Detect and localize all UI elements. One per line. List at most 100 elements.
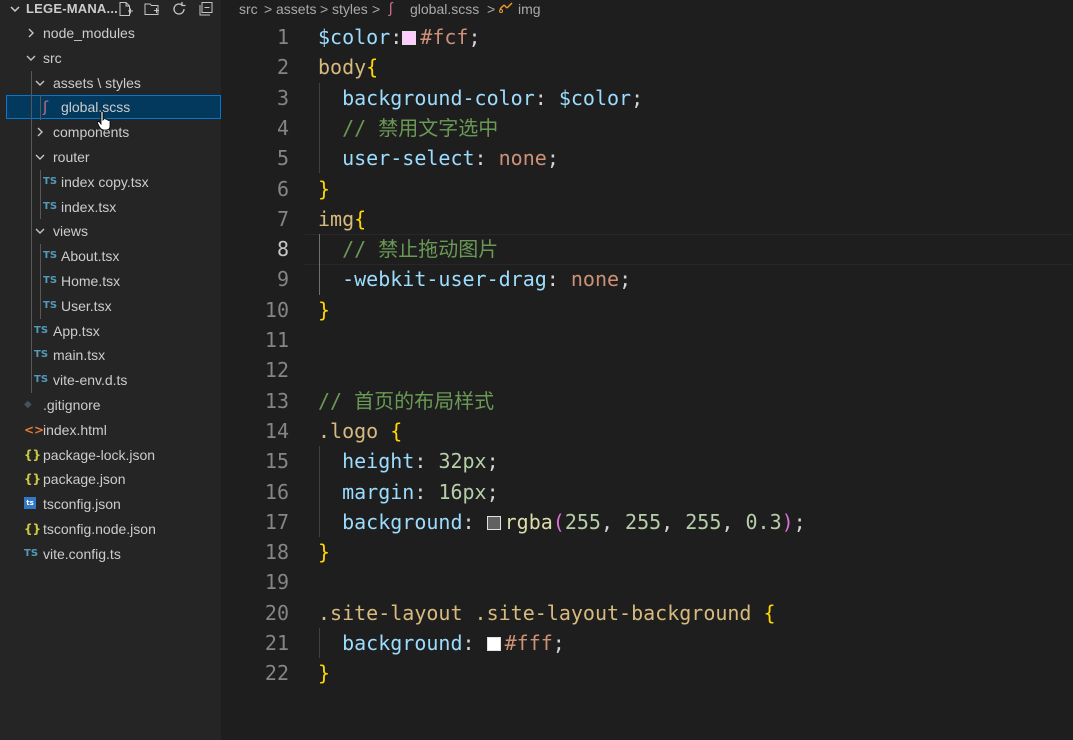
code-text: // 禁用文字选中 — [318, 113, 498, 143]
tree-item[interactable]: TS App.tsx — [0, 319, 221, 343]
code-token: ) — [781, 509, 794, 534]
indent-guide — [319, 234, 320, 295]
new-folder-icon[interactable] — [143, 0, 161, 18]
code-line[interactable]: 22} — [221, 658, 1073, 688]
chevron-right-icon[interactable] — [25, 27, 37, 39]
code-line[interactable]: 11 — [221, 325, 1073, 355]
chevron-down-icon[interactable] — [34, 225, 46, 237]
code-token: 16px — [438, 479, 487, 504]
code-line[interactable]: 13 // 首页的布局样式 — [221, 386, 1073, 416]
tree-item-label: views — [53, 223, 89, 240]
line-number: 1 — [276, 25, 289, 49]
code-token: ; — [546, 146, 559, 171]
mouse-pointer-icon — [97, 111, 111, 131]
code-token: none — [570, 267, 620, 292]
code-line[interactable]: 10} — [221, 295, 1073, 325]
chevron-down-icon[interactable] — [34, 77, 46, 89]
breadcrumb-item-styles[interactable]: styles — [332, 0, 368, 18]
indent-guide — [40, 244, 41, 319]
tree-item[interactable]: {} package-lock.json — [0, 443, 221, 467]
code-token: ; — [468, 25, 481, 49]
breadcrumb-item-assets[interactable]: assets — [276, 0, 316, 18]
tree-item[interactable]: ts tsconfig.json — [0, 492, 221, 516]
code-token: 255 — [685, 509, 722, 534]
tree-item[interactable]: ʃ global.scss — [6, 95, 221, 120]
tree-item[interactable]: {} package.json — [0, 467, 221, 491]
code-line[interactable]: 21 background: #fff; — [221, 628, 1073, 658]
tree-item[interactable]: src — [0, 46, 221, 70]
collapse-all-icon[interactable] — [197, 0, 215, 18]
tree-item[interactable]: node_modules — [0, 21, 221, 45]
code-line[interactable]: 17 background: rgba(255, 255, 255, 0.3); — [221, 507, 1073, 537]
line-number: 20 — [264, 600, 289, 625]
breadcrumb-item-symbol[interactable]: img — [518, 0, 541, 18]
indent-guide — [40, 95, 41, 121]
code-text: user-select: none; — [318, 143, 559, 173]
tree-item-label: Home.tsx — [61, 273, 121, 289]
color-swatch[interactable] — [486, 637, 501, 651]
chevron-down-icon[interactable] — [25, 52, 37, 64]
code-line[interactable]: 5 user-select: none; — [221, 143, 1073, 173]
code-editor[interactable]: src > assets > styles > ʃ global.scss > … — [221, 0, 1073, 740]
explorer-header[interactable]: LEGE-MANA... — [0, 0, 221, 20]
code-line[interactable]: 19 — [221, 567, 1073, 597]
workspace-title: LEGE-MANA... — [26, 1, 118, 16]
code-line[interactable]: 8 // 禁止拖动图片 — [221, 234, 1073, 266]
tree-item[interactable]: TS vite-env.d.ts — [0, 368, 221, 392]
code-token: : — [462, 509, 487, 534]
tree-item[interactable]: <> index.html — [0, 418, 221, 442]
tree-item[interactable]: TS index.tsx — [0, 195, 221, 219]
tree-item-label: package-lock.json — [43, 446, 156, 463]
tree-item[interactable]: router — [0, 145, 221, 169]
breadcrumb-item-src[interactable]: src — [239, 0, 258, 18]
tree-item-label: router — [53, 149, 90, 165]
code-token: height — [342, 449, 415, 474]
tree-item[interactable]: TS index copy.tsx — [0, 170, 221, 194]
indent-guide — [319, 82, 320, 174]
tree-item[interactable]: TS Home.tsx — [0, 269, 221, 293]
code-line[interactable]: 3 background-color: $color; — [221, 83, 1073, 113]
code-token: : — [414, 479, 439, 504]
chevron-down-icon[interactable] — [9, 3, 21, 15]
tree-item-label: src — [43, 49, 62, 66]
tree-item[interactable]: TS User.tsx — [0, 294, 221, 318]
tree-item[interactable]: TS About.tsx — [0, 244, 221, 268]
code-line[interactable]: 15 height: 32px; — [221, 446, 1073, 476]
code-line[interactable]: 12 — [221, 355, 1073, 385]
code-line[interactable]: 7 img{ — [221, 204, 1073, 234]
new-file-icon[interactable] — [116, 0, 134, 18]
tree-item[interactable]: assets \ styles — [0, 71, 221, 95]
code-token: background — [342, 631, 463, 655]
code-line[interactable]: 1 $color: #fcf; — [221, 22, 1073, 52]
refresh-icon[interactable] — [170, 0, 188, 18]
color-swatch[interactable] — [402, 31, 417, 45]
tree-item[interactable]: TS vite.config.ts — [0, 542, 221, 566]
code-line[interactable]: 4 // 禁用文字选中 — [221, 113, 1073, 143]
tree-item-label: .gitignore — [43, 397, 101, 413]
code-line[interactable]: 20 .site-layout .site-layout-background { — [221, 598, 1073, 628]
typescript-file-icon: TS — [34, 324, 49, 336]
line-number: 17 — [264, 509, 289, 534]
chevron-right-icon[interactable] — [34, 126, 46, 138]
chevron-down-icon[interactable] — [34, 151, 46, 163]
tree-item[interactable]: views — [0, 219, 221, 243]
tree-item[interactable]: ◆ .gitignore — [0, 393, 221, 417]
code-line[interactable]: 2 body{ — [221, 52, 1073, 82]
code-token: rgba — [504, 509, 553, 534]
code-token: ; — [486, 479, 499, 504]
code-line[interactable]: 16 margin: 16px; — [221, 477, 1073, 507]
tree-item[interactable]: {} tsconfig.node.json — [0, 517, 221, 541]
chevron-right-icon: > — [487, 1, 496, 17]
code-token: .logo — [318, 418, 391, 443]
code-text: background-color: $color; — [318, 83, 643, 113]
symbol-icon — [498, 0, 514, 19]
tree-item[interactable]: TS main.tsx — [0, 343, 221, 367]
code-token: $color — [318, 25, 391, 49]
code-line[interactable]: 18} — [221, 537, 1073, 567]
color-swatch[interactable] — [486, 515, 501, 530]
tree-item-label: main.tsx — [53, 347, 106, 364]
breadcrumb-item-file[interactable]: global.scss — [410, 0, 479, 18]
code-line[interactable]: 9 -webkit-user-drag: none; — [221, 264, 1073, 294]
code-line[interactable]: 6} — [221, 174, 1073, 204]
code-line[interactable]: 14 .logo { — [221, 416, 1073, 446]
